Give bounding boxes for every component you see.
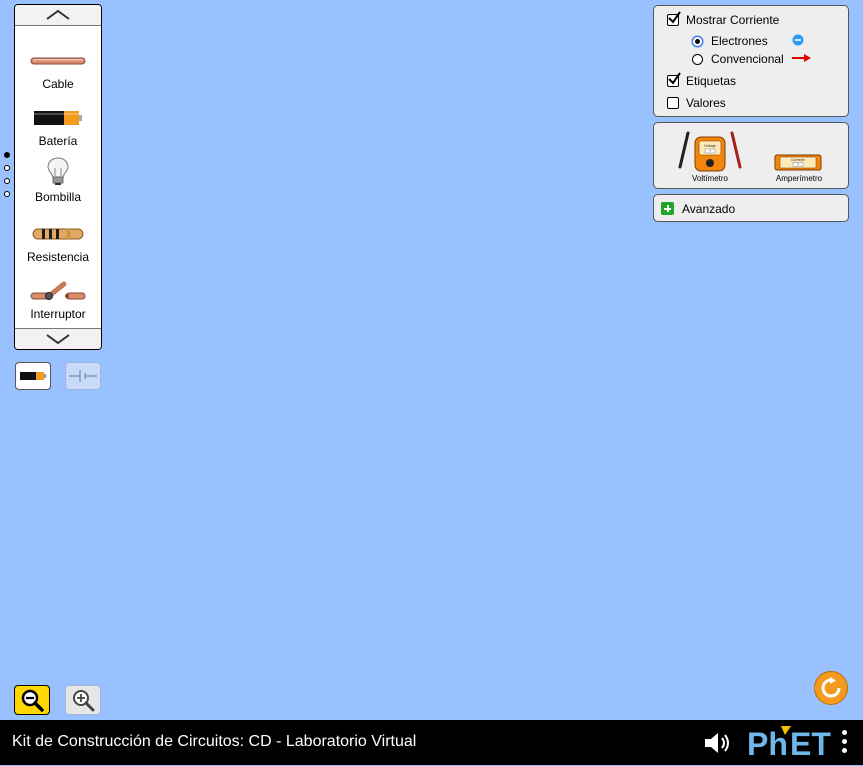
reset-all-button[interactable] bbox=[814, 671, 848, 705]
voltmeter-screen-text: Voltaje bbox=[704, 143, 717, 148]
ammeter-tool[interactable]: Corriente ? Amperímetro bbox=[766, 143, 832, 187]
lifelike-view-button[interactable] bbox=[15, 362, 51, 390]
svg-text:Ph: Ph bbox=[747, 726, 788, 761]
voltmeter-icon: Voltaje ? bbox=[678, 131, 742, 172]
advanced-accordion[interactable]: Avanzado bbox=[653, 194, 849, 222]
phet-logo-icon: Ph ET bbox=[747, 726, 831, 762]
chevron-down-icon bbox=[46, 334, 70, 345]
reset-icon bbox=[821, 677, 841, 698]
zoom-in-icon bbox=[73, 690, 95, 712]
checkmark-icon bbox=[668, 72, 681, 85]
carousel-item-label: Interruptor bbox=[30, 307, 86, 321]
values-label: Valores bbox=[686, 96, 726, 110]
voltmeter-label: Voltímetro bbox=[691, 174, 728, 183]
show-current-checkbox[interactable]: Mostrar Corriente bbox=[667, 11, 780, 27]
svg-text:ET: ET bbox=[790, 726, 831, 761]
carousel-item-light-bulb[interactable]: Bombilla bbox=[15, 154, 101, 204]
schematic-battery-icon bbox=[69, 370, 97, 382]
resistor-icon bbox=[32, 228, 84, 240]
carousel-page-dots bbox=[4, 152, 10, 204]
schematic-view-button[interactable] bbox=[65, 362, 101, 390]
radio-unselected bbox=[692, 53, 703, 65]
carousel-item-resistor[interactable]: Resistencia bbox=[15, 220, 101, 264]
zoom-out-icon bbox=[21, 689, 44, 712]
chevron-up-icon bbox=[46, 9, 70, 20]
battery-icon bbox=[20, 372, 46, 380]
voltmeter-tool[interactable]: Voltaje ? Voltímetro bbox=[676, 129, 744, 187]
electrons-radio[interactable]: Electrones bbox=[692, 34, 768, 48]
ammeter-reading: ? bbox=[797, 163, 799, 167]
conventional-arrow-icon bbox=[792, 54, 811, 62]
carousel-item-label: Bombilla bbox=[34, 190, 82, 204]
battery-icon bbox=[34, 111, 82, 125]
sensor-toolbox-panel: Voltaje ? Voltímetro Corriente ? Amperím… bbox=[653, 122, 849, 189]
ammeter-screen-text: Corriente bbox=[791, 158, 805, 162]
navigation-bar: Kit de Construcción de Circuitos: CD - L… bbox=[0, 720, 863, 765]
page-dot[interactable] bbox=[4, 191, 10, 197]
carousel-item-wire[interactable]: Cable bbox=[15, 47, 101, 91]
carousel-item-switch[interactable]: Interruptor bbox=[15, 277, 101, 321]
carousel-item-label: Batería bbox=[38, 134, 78, 148]
electron-icon bbox=[792, 34, 804, 46]
phet-logo[interactable]: Ph ET bbox=[745, 723, 835, 762]
carousel-item-label: Resistencia bbox=[26, 250, 90, 264]
carousel-item-battery[interactable]: Batería bbox=[15, 104, 101, 148]
advanced-label: Avanzado bbox=[682, 202, 736, 216]
sim-title: Kit de Construcción de Circuitos: CD - L… bbox=[12, 733, 417, 750]
values-checkbox[interactable]: Valores bbox=[667, 96, 726, 110]
component-carousel: Cable Batería Bombilla Resistencia Inter… bbox=[14, 4, 102, 350]
page-dot[interactable] bbox=[4, 165, 10, 171]
electrons-label: Electrones bbox=[711, 34, 768, 48]
checkmark-icon bbox=[668, 11, 681, 24]
voltmeter-reading: ? bbox=[709, 149, 711, 153]
carousel-scroll-up-button[interactable] bbox=[15, 5, 101, 26]
show-current-label: Mostrar Corriente bbox=[686, 13, 780, 27]
conventional-radio[interactable]: Convencional bbox=[692, 52, 784, 66]
checkbox-unchecked bbox=[667, 97, 679, 109]
page-dot[interactable] bbox=[4, 178, 10, 184]
carousel-scroll-down-button[interactable] bbox=[15, 328, 101, 349]
conventional-label: Convencional bbox=[711, 52, 784, 66]
display-options-panel: Mostrar Corriente Electrones Convenciona… bbox=[653, 5, 849, 117]
expand-plus-icon bbox=[661, 202, 674, 215]
wire-icon bbox=[30, 57, 86, 65]
checkbox-checked bbox=[667, 72, 681, 87]
light-bulb-icon bbox=[47, 157, 69, 185]
zoom-out-button[interactable] bbox=[14, 685, 50, 715]
labels-checkbox[interactable]: Etiquetas bbox=[667, 72, 737, 88]
ammeter-icon: Corriente ? bbox=[774, 154, 822, 171]
labels-label: Etiquetas bbox=[686, 74, 737, 88]
switch-icon bbox=[30, 281, 86, 300]
speaker-icon[interactable] bbox=[703, 730, 733, 756]
zoom-in-button[interactable] bbox=[65, 685, 101, 715]
radio-selected bbox=[692, 35, 703, 47]
checkbox-checked bbox=[667, 11, 681, 26]
carousel-item-label: Cable bbox=[42, 77, 74, 91]
page-dot[interactable] bbox=[4, 152, 10, 158]
menu-icon[interactable] bbox=[842, 730, 848, 756]
ammeter-label: Amperímetro bbox=[775, 174, 823, 183]
